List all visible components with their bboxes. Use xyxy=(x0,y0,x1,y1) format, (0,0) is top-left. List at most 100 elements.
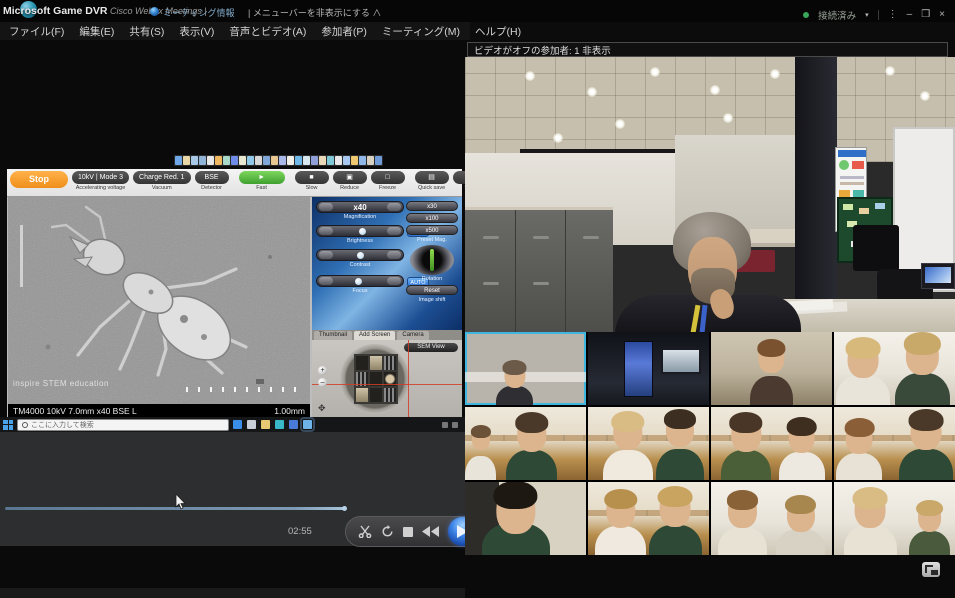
strip-icon[interactable] xyxy=(303,156,310,165)
strip-icon[interactable] xyxy=(247,156,254,165)
image-shift-reset-button[interactable]: Reset xyxy=(406,285,458,295)
taskbar-app-icon-5[interactable] xyxy=(303,420,312,429)
brightness-decrease-button[interactable] xyxy=(319,227,333,235)
taskbar-app-icon-1[interactable] xyxy=(247,420,256,429)
sem-fast-button[interactable]: ► Fast xyxy=(239,171,285,191)
participant-tile-12[interactable] xyxy=(834,482,955,555)
sem-voltage-button[interactable]: 10kV | Mode 3 Accelerating voltage xyxy=(72,171,129,191)
stage-zoom-in-button[interactable]: + xyxy=(318,366,327,375)
participant-tile-2[interactable] xyxy=(588,332,709,405)
strip-icon[interactable] xyxy=(295,156,302,165)
participant-tile-4[interactable] xyxy=(834,332,955,405)
strip-icon[interactable] xyxy=(367,156,374,165)
trim-scissors-button[interactable] xyxy=(358,525,372,538)
taskbar-app-icon-4[interactable] xyxy=(289,420,298,429)
participant-tile-3[interactable] xyxy=(711,332,832,405)
tab-thumbnail[interactable]: Thumbnail xyxy=(314,331,352,340)
strip-icon[interactable] xyxy=(207,156,214,165)
strip-icon[interactable] xyxy=(375,156,382,165)
focus-decrease-button[interactable] xyxy=(319,277,333,285)
preset-mag-button-3[interactable]: x500 xyxy=(406,225,458,235)
strip-icon[interactable] xyxy=(223,156,230,165)
menu-item-3[interactable]: 表示(V) xyxy=(179,24,214,39)
participant-tile-5[interactable] xyxy=(465,407,586,480)
preset-mag-button-1[interactable]: x30 xyxy=(406,201,458,211)
stop-button[interactable] xyxy=(403,527,413,537)
focus-thumb[interactable] xyxy=(355,278,362,285)
sem-stop-button[interactable]: Stop xyxy=(10,171,68,189)
participant-tile-8[interactable] xyxy=(834,407,955,480)
video-off-banner[interactable]: ビデオがオフの参加者: 1 非表示 xyxy=(467,42,948,57)
menu-item-0[interactable]: ファイル(F) xyxy=(9,24,64,39)
focus-increase-button[interactable] xyxy=(387,277,401,285)
mag-decrease-button[interactable] xyxy=(319,203,333,211)
contrast-decrease-button[interactable] xyxy=(319,251,333,259)
shared-icon-strip[interactable] xyxy=(174,155,383,166)
strip-icon[interactable] xyxy=(343,156,350,165)
strip-icon[interactable] xyxy=(271,156,278,165)
strip-icon[interactable] xyxy=(287,156,294,165)
stage-move-icon[interactable]: ✥ xyxy=(318,403,328,413)
strip-icon[interactable] xyxy=(327,156,334,165)
participant-tile-1[interactable] xyxy=(465,332,586,405)
brightness-slider[interactable]: AUTO xyxy=(316,225,404,237)
sem-slow-button[interactable]: ■ Slow xyxy=(295,171,329,191)
strip-icon[interactable] xyxy=(231,156,238,165)
more-menu-icon[interactable]: ⋮ xyxy=(888,10,898,20)
sem-reduce-button[interactable]: ▣ Reduce xyxy=(333,171,367,191)
mag-increase-button[interactable] xyxy=(387,203,401,211)
participant-tile-6[interactable] xyxy=(588,407,709,480)
contrast-slider[interactable] xyxy=(316,249,404,261)
strip-icon[interactable] xyxy=(263,156,270,165)
sem-view-button[interactable]: SEM View xyxy=(404,343,458,352)
rewind-button[interactable] xyxy=(422,526,439,537)
meeting-info-link[interactable]: ミーティング情報 xyxy=(163,6,234,19)
progress-thumb[interactable] xyxy=(342,506,347,511)
brightness-thumb[interactable] xyxy=(359,228,366,235)
strip-icon[interactable] xyxy=(239,156,246,165)
rotation-dial[interactable] xyxy=(410,245,454,275)
contrast-thumb[interactable] xyxy=(357,252,364,259)
stage-zoom-out-button[interactable]: – xyxy=(318,378,327,387)
strip-icon[interactable] xyxy=(191,156,198,165)
strip-icon[interactable] xyxy=(199,156,206,165)
menu-item-5[interactable]: 参加者(P) xyxy=(321,24,367,39)
menu-item-4[interactable]: 音声とビデオ(A) xyxy=(229,24,306,39)
strip-icon[interactable] xyxy=(183,156,190,165)
strip-icon[interactable] xyxy=(215,156,222,165)
start-button-icon[interactable] xyxy=(3,420,13,430)
taskbar-search-input[interactable]: ここに入力して検索 xyxy=(17,419,229,431)
main-speaker-video[interactable] xyxy=(465,57,955,332)
tab-camera[interactable]: Camera xyxy=(397,331,428,340)
strip-icon[interactable] xyxy=(359,156,366,165)
menu-item-6[interactable]: ミーティング(M) xyxy=(382,24,460,39)
participant-tile-9[interactable] xyxy=(465,482,586,555)
brightness-increase-button[interactable] xyxy=(387,227,401,235)
strip-icon[interactable] xyxy=(335,156,342,165)
participant-tile-7[interactable] xyxy=(711,407,832,480)
popout-window-button[interactable] xyxy=(922,562,940,577)
strip-icon[interactable] xyxy=(319,156,326,165)
tab-add-screen[interactable]: Add Screen xyxy=(354,331,395,340)
sem-freeze-button[interactable]: □ Freeze xyxy=(371,171,405,191)
strip-icon[interactable] xyxy=(351,156,358,165)
taskbar-app-icon-2[interactable] xyxy=(261,420,270,429)
participant-tile-10[interactable] xyxy=(588,482,709,555)
menu-item-2[interactable]: 共有(S) xyxy=(129,24,164,39)
strip-icon[interactable] xyxy=(175,156,182,165)
taskbar-app-icon-3[interactable] xyxy=(275,420,284,429)
minimize-button[interactable]: – xyxy=(907,10,913,20)
maximize-button[interactable]: ❒ xyxy=(921,10,930,20)
sem-quick-save-button[interactable]: ▤ Quick save xyxy=(415,171,449,191)
close-button[interactable]: × xyxy=(939,10,945,20)
loop-button[interactable] xyxy=(381,525,394,538)
magnification-slider[interactable]: x40 xyxy=(316,201,404,213)
hide-menubar-link[interactable]: | メニューバーを非表示にする ∧ xyxy=(248,6,381,19)
contrast-increase-button[interactable] xyxy=(387,251,401,259)
preset-mag-button-2[interactable]: x100 xyxy=(406,213,458,223)
caret-down-icon[interactable]: ▾ xyxy=(865,12,869,19)
menu-item-7[interactable]: ヘルプ(H) xyxy=(475,24,521,39)
taskbar-app-icon-0[interactable] xyxy=(233,420,242,429)
sem-vacuum-button[interactable]: Charge Red. 1 Vacuum xyxy=(133,171,191,191)
participant-tile-11[interactable] xyxy=(711,482,832,555)
